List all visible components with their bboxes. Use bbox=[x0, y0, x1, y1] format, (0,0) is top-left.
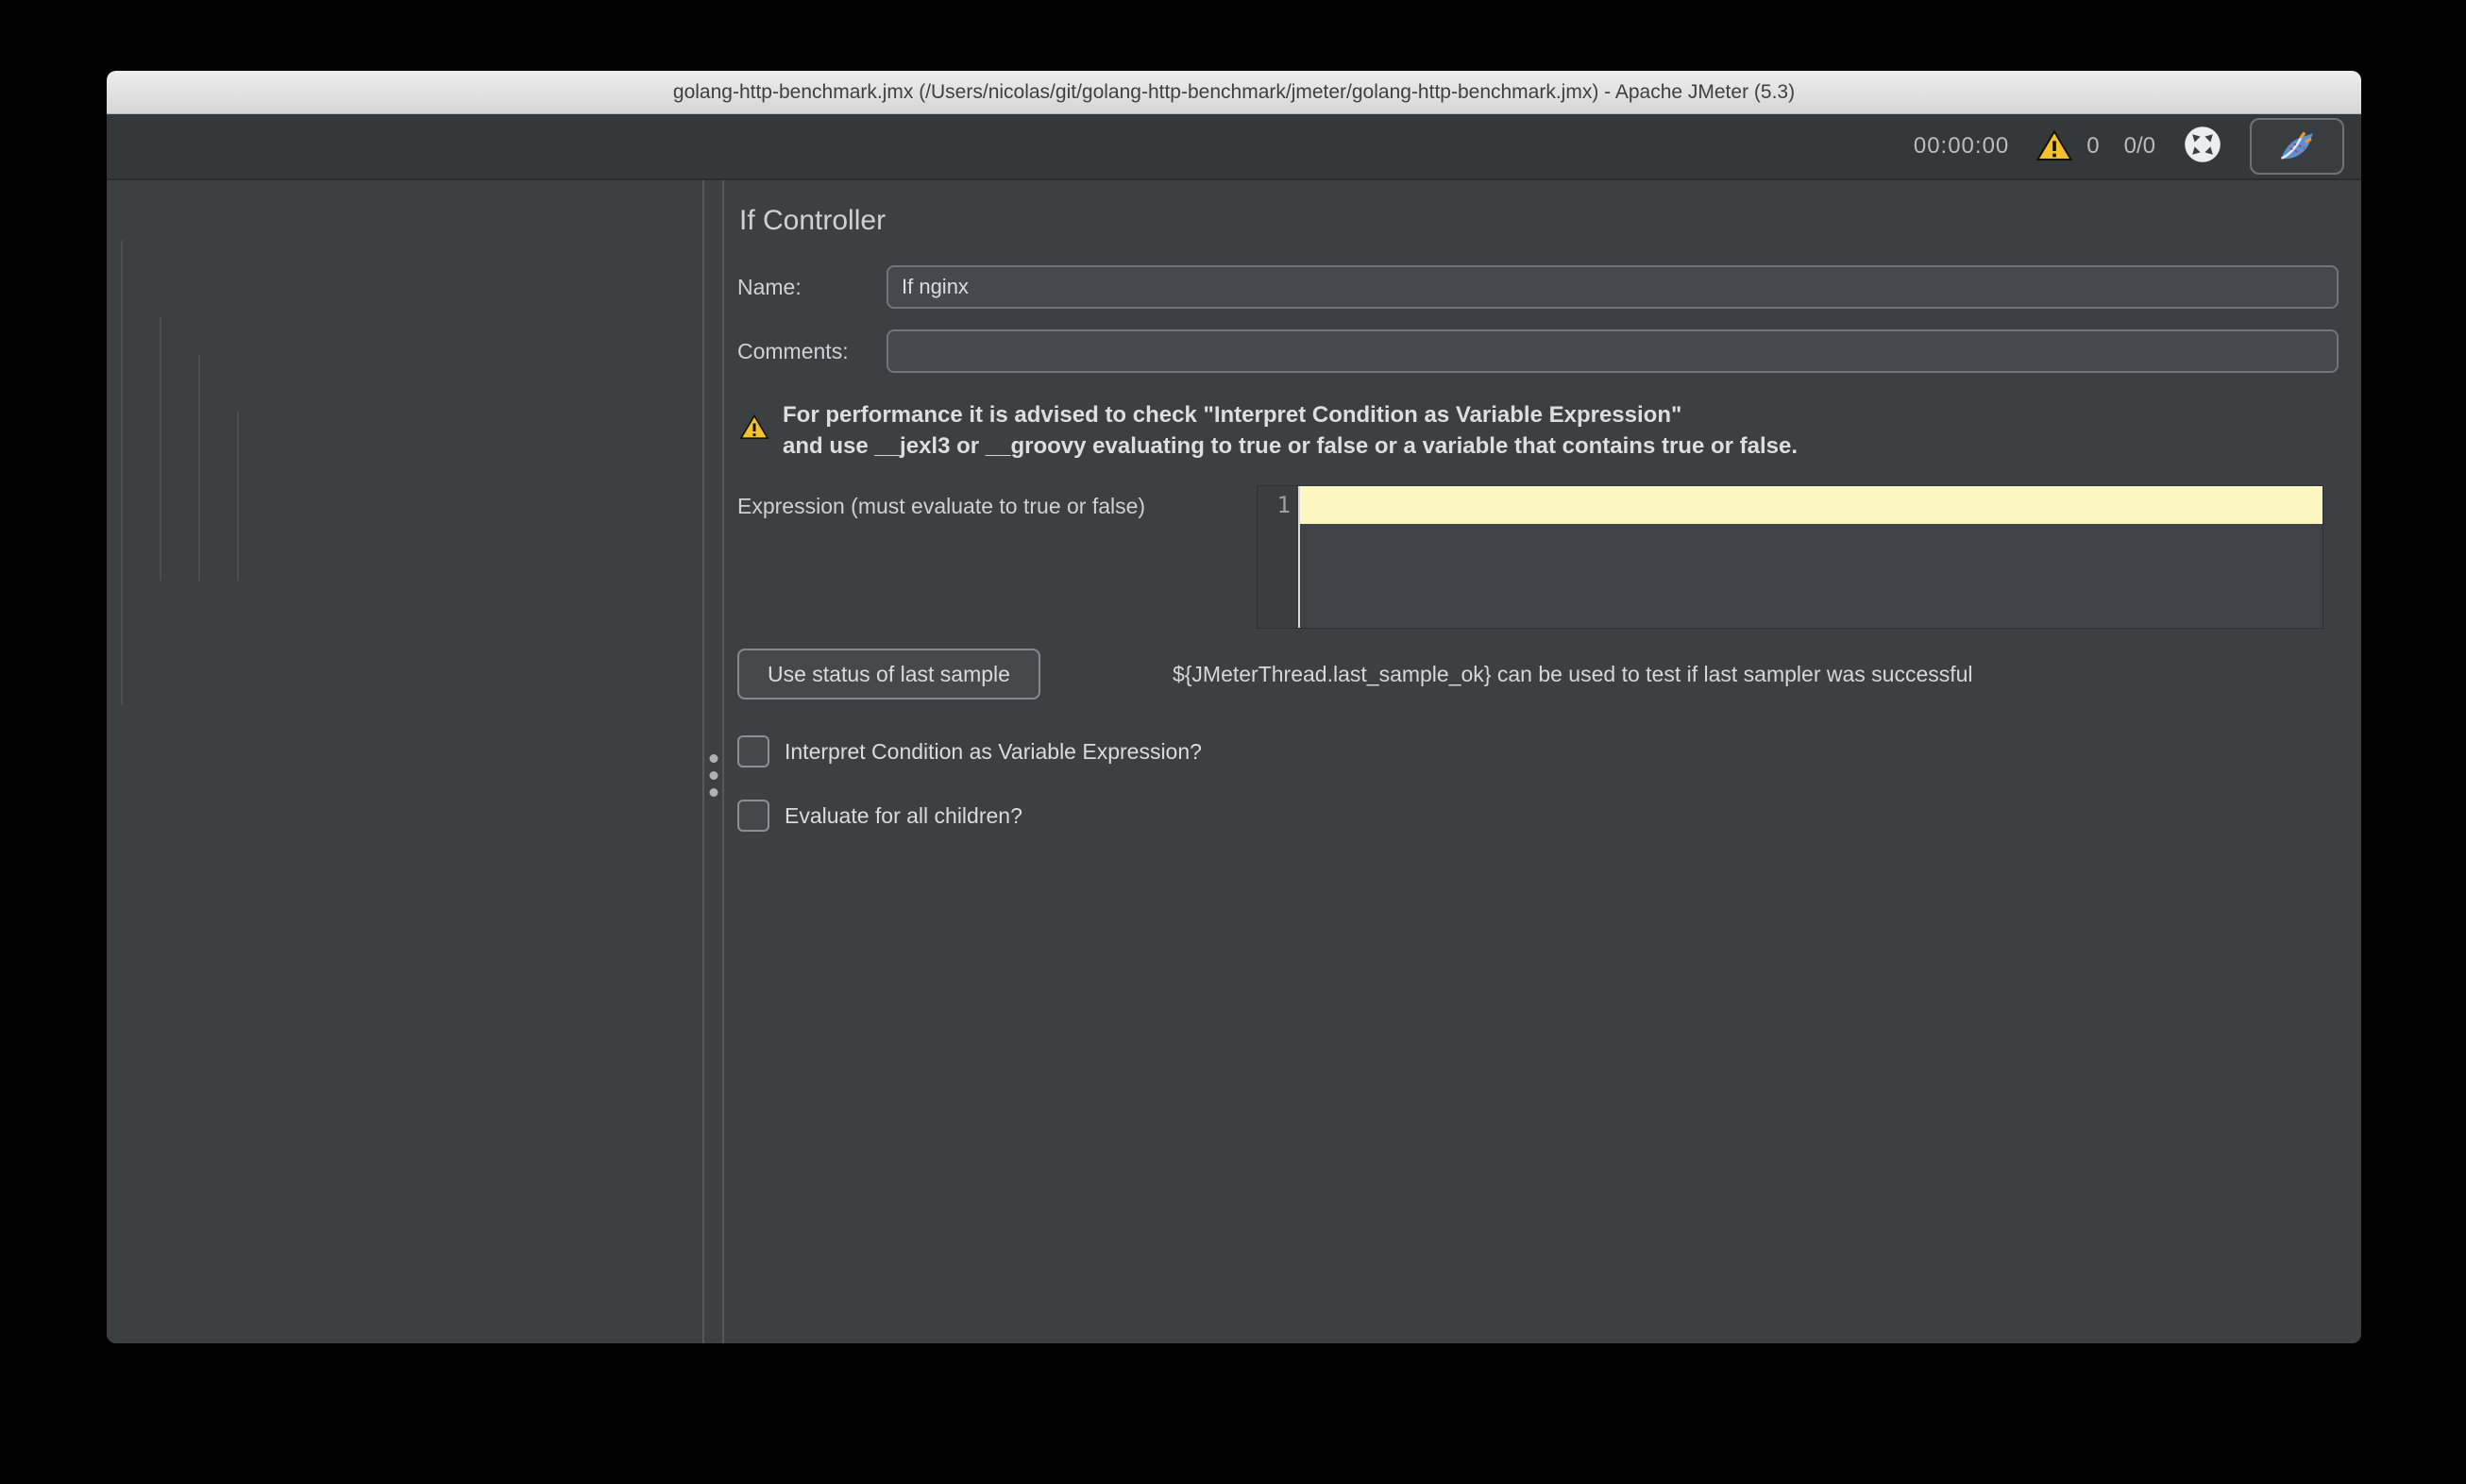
expression-editor[interactable]: 1 bbox=[1258, 486, 2322, 628]
elapsed-timer: 00:00:00 bbox=[1914, 133, 2009, 160]
tree-guide-line bbox=[121, 241, 123, 705]
desktop-background: golang-http-benchmark.jmx (/Users/nicola… bbox=[0, 0, 2466, 1484]
editor-empty-area[interactable] bbox=[1300, 524, 2322, 628]
warning-line-1: For performance it is advised to check "… bbox=[783, 399, 1798, 430]
evaluate-children-checkbox[interactable]: ✓ bbox=[737, 800, 769, 832]
titlebar: golang-http-benchmark.jmx (/Users/nicola… bbox=[107, 71, 2361, 114]
window-title: golang-http-benchmark.jmx (/Users/nicola… bbox=[107, 81, 2361, 104]
last-sample-helper-text: ${JMeterThread.last_sample_ok} can be us… bbox=[1173, 662, 1973, 687]
evaluate-children-label: Evaluate for all children? bbox=[785, 803, 1022, 829]
warning-line-2: and use __jexl3 or __groovy evaluating t… bbox=[783, 430, 1798, 462]
editor-line-number-gutter: 1 bbox=[1258, 486, 1300, 628]
jmeter-logo-icon bbox=[2276, 126, 2318, 167]
page-title: If Controller bbox=[739, 205, 2339, 237]
expression-code-line[interactable] bbox=[1300, 486, 2322, 524]
jmeter-logo-button[interactable] bbox=[2250, 118, 2344, 175]
tree-guide-line bbox=[237, 411, 239, 581]
comments-label: Comments: bbox=[737, 339, 887, 364]
name-input[interactable]: If nginx bbox=[887, 265, 2339, 309]
remote-start-icon[interactable] bbox=[2180, 122, 2225, 172]
evaluate-children-checkbox-row: ✓ Evaluate for all children? bbox=[737, 800, 2339, 832]
interpret-condition-checkbox-row: ✓ Interpret Condition as Variable Expres… bbox=[737, 735, 2339, 767]
tree-guide-line bbox=[198, 354, 200, 581]
jmeter-window: golang-http-benchmark.jmx (/Users/nicola… bbox=[107, 71, 2361, 1343]
interpret-condition-label: Interpret Condition as Variable Expressi… bbox=[785, 739, 1202, 765]
splitter-grip-icon[interactable] bbox=[709, 754, 718, 797]
toolbar-status-area: 00:00:00 0 0/0 bbox=[1914, 118, 2344, 175]
tree-guide-line bbox=[160, 316, 161, 581]
warning-icon bbox=[737, 413, 771, 443]
active-threads-count: 0/0 bbox=[2124, 133, 2155, 160]
if-controller-panel: If Controller Name: If nginx Comments: F… bbox=[724, 180, 2361, 1343]
name-label: Name: bbox=[737, 275, 887, 300]
warning-icon bbox=[2034, 127, 2075, 165]
test-plan-tree bbox=[107, 180, 702, 1343]
warning-count: 0 bbox=[2086, 133, 2099, 160]
interpret-condition-checkbox[interactable]: ✓ bbox=[737, 735, 769, 767]
window-body: If Controller Name: If nginx Comments: F… bbox=[107, 180, 2361, 1343]
performance-warning: For performance it is advised to check "… bbox=[737, 399, 2339, 462]
toolbar: 00:00:00 0 0/0 bbox=[107, 114, 2361, 180]
use-status-of-last-sample-button[interactable]: Use status of last sample bbox=[737, 649, 1040, 700]
comments-input[interactable] bbox=[887, 329, 2339, 373]
log-warning-badge[interactable]: 0 bbox=[2034, 127, 2099, 165]
expression-label: Expression (must evaluate to true or fal… bbox=[737, 494, 1258, 519]
panel-splitter[interactable] bbox=[702, 180, 724, 1343]
